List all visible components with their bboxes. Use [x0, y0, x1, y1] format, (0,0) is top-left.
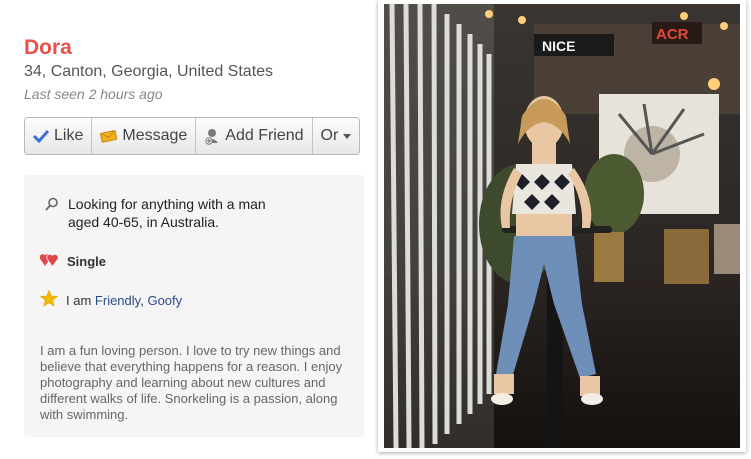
last-seen-text: Last seen 2 hours ago [24, 86, 163, 102]
add-friend-label: Add Friend [225, 127, 304, 144]
like-label: Like [54, 127, 84, 144]
trait-link-goofy[interactable]: Goofy [147, 293, 182, 308]
relationship-status-text: Single [67, 253, 107, 269]
looking-for-line-1: Looking for anything with a man [68, 196, 266, 212]
traits-prefix: I am [66, 292, 92, 308]
about-me-text: I am a fun loving person. I love to try … [40, 343, 343, 422]
personality-traits-row: I am Friendly, Goofy [39, 289, 182, 310]
looking-for-text: Looking for anything with a man aged 40-… [68, 195, 266, 231]
photo-sign-text: ACR [656, 26, 689, 43]
hearts-icon [39, 252, 59, 270]
search-icon [45, 195, 59, 231]
relationship-status-row: Single [39, 252, 107, 270]
trait-link-friendly[interactable]: Friendly [95, 293, 140, 308]
message-label: Message [122, 127, 188, 144]
looking-for-line-2: aged 40-65, in Australia. [68, 214, 219, 230]
star-icon [39, 289, 59, 310]
check-icon [33, 129, 49, 143]
add-friend-button[interactable]: Add Friend [196, 118, 313, 154]
message-button[interactable]: Message [92, 118, 197, 154]
profile-photo-frame: NICE ACR [378, 0, 746, 452]
profile-details-card: Looking for anything with a man aged 40-… [24, 175, 364, 437]
action-button-group: Like Message Add Friend Or [24, 117, 361, 155]
more-label: Or [320, 127, 339, 144]
profile-photo[interactable]: NICE ACR [384, 4, 740, 448]
person-add-icon [204, 128, 220, 145]
envelope-icon [100, 129, 118, 143]
svg-text:NICE: NICE [542, 38, 575, 54]
profile-location: 34, Canton, Georgia, United States [24, 63, 274, 80]
looking-for-row: Looking for anything with a man aged 40-… [45, 195, 295, 231]
profile-panel: Dora 34, Canton, Georgia, United States … [24, 0, 364, 459]
traits-separator: , [140, 292, 144, 308]
like-button[interactable]: Like [25, 118, 93, 154]
more-options-dropdown[interactable]: Or [313, 118, 360, 154]
caret-down-icon [343, 133, 352, 139]
profile-name: Dora [24, 36, 72, 59]
